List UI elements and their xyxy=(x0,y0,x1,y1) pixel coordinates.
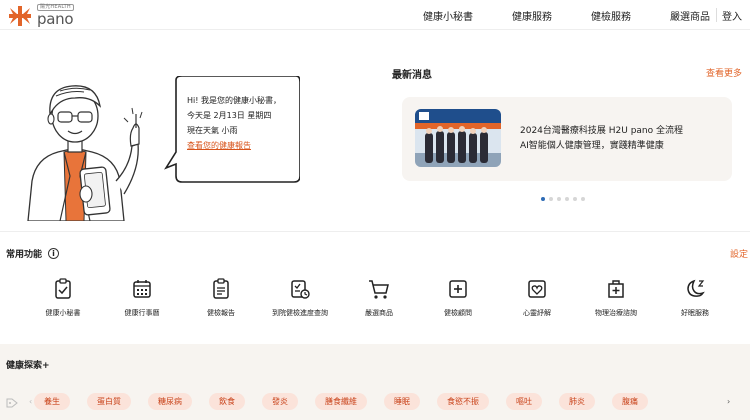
logo-mark-icon xyxy=(9,5,31,26)
tag-item[interactable]: 膳食纖維 xyxy=(315,393,367,410)
tag-item[interactable]: 發炎 xyxy=(262,393,298,410)
function-checkup-report[interactable]: 健檢報告 xyxy=(182,278,260,320)
news-title: 最新消息 xyxy=(392,70,432,81)
assistant-section: Hi! 我是您的健康小秘書， 今天是 2月13日 星期四 現在天氣 小雨 查看您… xyxy=(0,31,390,231)
function-mind-relief[interactable]: 心靈紓解 xyxy=(498,278,576,320)
carousel-dots xyxy=(541,197,585,201)
assistant-weather: 現在天氣 小雨 xyxy=(187,126,238,135)
functions-title: 常用功能 xyxy=(6,250,43,260)
main-nav: 健康小秘書 健康服務 健檢服務 嚴選商品 xyxy=(384,0,710,30)
news-more-link[interactable]: 查看更多 xyxy=(706,66,742,79)
function-physio-consult[interactable]: 物理治療諮詢 xyxy=(577,278,655,320)
carousel-dot-4[interactable] xyxy=(565,197,569,201)
tag-item[interactable]: 腹痛 xyxy=(612,393,648,410)
news-image xyxy=(415,109,501,167)
carousel-dot-1[interactable] xyxy=(541,197,545,201)
tag-item[interactable]: 糖尿病 xyxy=(148,393,192,410)
functions-row: 健康小秘書 健康行事曆 健檢報告 到院健檢進度查詢 嚴選商品 健檢顧問 心靈紓解… xyxy=(24,278,734,338)
function-checkup-consultant[interactable]: 健檢顧問 xyxy=(419,278,497,320)
clipboard-check-icon xyxy=(55,278,71,299)
report-icon xyxy=(213,278,229,299)
health-explore-section: 健康探索+ ‹ 養生 蛋白質 糖尿病 飲食 發炎 膳食纖維 睡眠 食慾不振 嘔吐… xyxy=(0,344,750,420)
function-health-calendar[interactable]: 健康行事曆 xyxy=(103,278,181,320)
info-icon[interactable]: i xyxy=(48,248,60,259)
login-button[interactable]: 登入 xyxy=(722,8,742,23)
nav-selected-products[interactable]: 嚴選商品 xyxy=(670,8,710,23)
nav-checkup-services[interactable]: 健檢服務 xyxy=(591,8,631,23)
calendar-icon xyxy=(133,280,151,298)
medical-bag-icon xyxy=(608,280,624,298)
explore-tags: 養生 蛋白質 糖尿病 飲食 發炎 膳食纖維 睡眠 食慾不振 嘔吐 肺炎 腹痛 xyxy=(34,393,648,410)
news-headline: 2024台灣醫療科技展 H2U pano 全流程 AI智能個人健康管理，實踐精準… xyxy=(520,126,684,151)
logo-name: pano xyxy=(37,10,74,28)
health-report-link[interactable]: 查看您的健康報告 xyxy=(187,138,305,153)
function-selected-products[interactable]: 嚴選商品 xyxy=(340,278,418,320)
nav-divider xyxy=(716,8,717,22)
tag-item[interactable]: 飲食 xyxy=(209,393,245,410)
explore-title: 健康探索+ xyxy=(6,361,50,371)
medical-cross-icon xyxy=(449,280,467,298)
assistant-date: 今天是 2月13日 星期四 xyxy=(187,111,272,120)
logo[interactable]: 陽光HEALTH pano xyxy=(7,4,74,27)
heart-icon xyxy=(528,280,546,298)
nav-health-assistant[interactable]: 健康小秘書 xyxy=(423,8,473,23)
tag-item[interactable]: 養生 xyxy=(34,393,70,410)
news-card[interactable]: 2024台灣醫療科技展 H2U pano 全流程 AI智能個人健康管理，實踐精準… xyxy=(402,97,732,181)
tag-item[interactable]: 食慾不振 xyxy=(437,393,489,410)
function-health-assistant[interactable]: 健康小秘書 xyxy=(24,278,102,320)
tag-icon xyxy=(6,398,18,408)
news-photo-icon xyxy=(415,109,501,167)
assistant-message: Hi! 我是您的健康小秘書， 今天是 2月13日 星期四 現在天氣 小雨 查看您… xyxy=(187,93,305,153)
tag-item[interactable]: 肺炎 xyxy=(559,393,595,410)
progress-query-icon xyxy=(291,280,310,299)
tags-prev-arrow[interactable]: ‹ xyxy=(29,397,32,406)
function-progress-query[interactable]: 到院健檢進度查詢 xyxy=(261,278,339,320)
moon-icon xyxy=(687,279,705,297)
carousel-dot-2[interactable] xyxy=(549,197,553,201)
nav-health-services[interactable]: 健康服務 xyxy=(512,8,552,23)
carousel-dot-3[interactable] xyxy=(557,197,561,201)
top-navigation: 陽光HEALTH pano 健康小秘書 健康服務 健檢服務 嚴選商品 登入 xyxy=(0,0,750,30)
tag-item[interactable]: 嘔吐 xyxy=(506,393,542,410)
tag-item[interactable]: 睡眠 xyxy=(384,393,420,410)
assistant-greeting: Hi! 我是您的健康小秘書， xyxy=(187,96,281,105)
shopping-cart-icon xyxy=(369,280,389,299)
tags-next-arrow[interactable]: › xyxy=(727,397,730,406)
functions-header: 常用功能 i xyxy=(6,247,60,260)
carousel-dot-5[interactable] xyxy=(573,197,577,201)
settings-link[interactable]: 設定 xyxy=(730,247,748,260)
carousel-dot-6[interactable] xyxy=(581,197,585,201)
function-sleep-service[interactable]: 好眠服務 xyxy=(656,278,734,320)
section-divider xyxy=(0,231,750,232)
assistant-illustration xyxy=(27,85,143,221)
tag-item[interactable]: 蛋白質 xyxy=(87,393,131,410)
